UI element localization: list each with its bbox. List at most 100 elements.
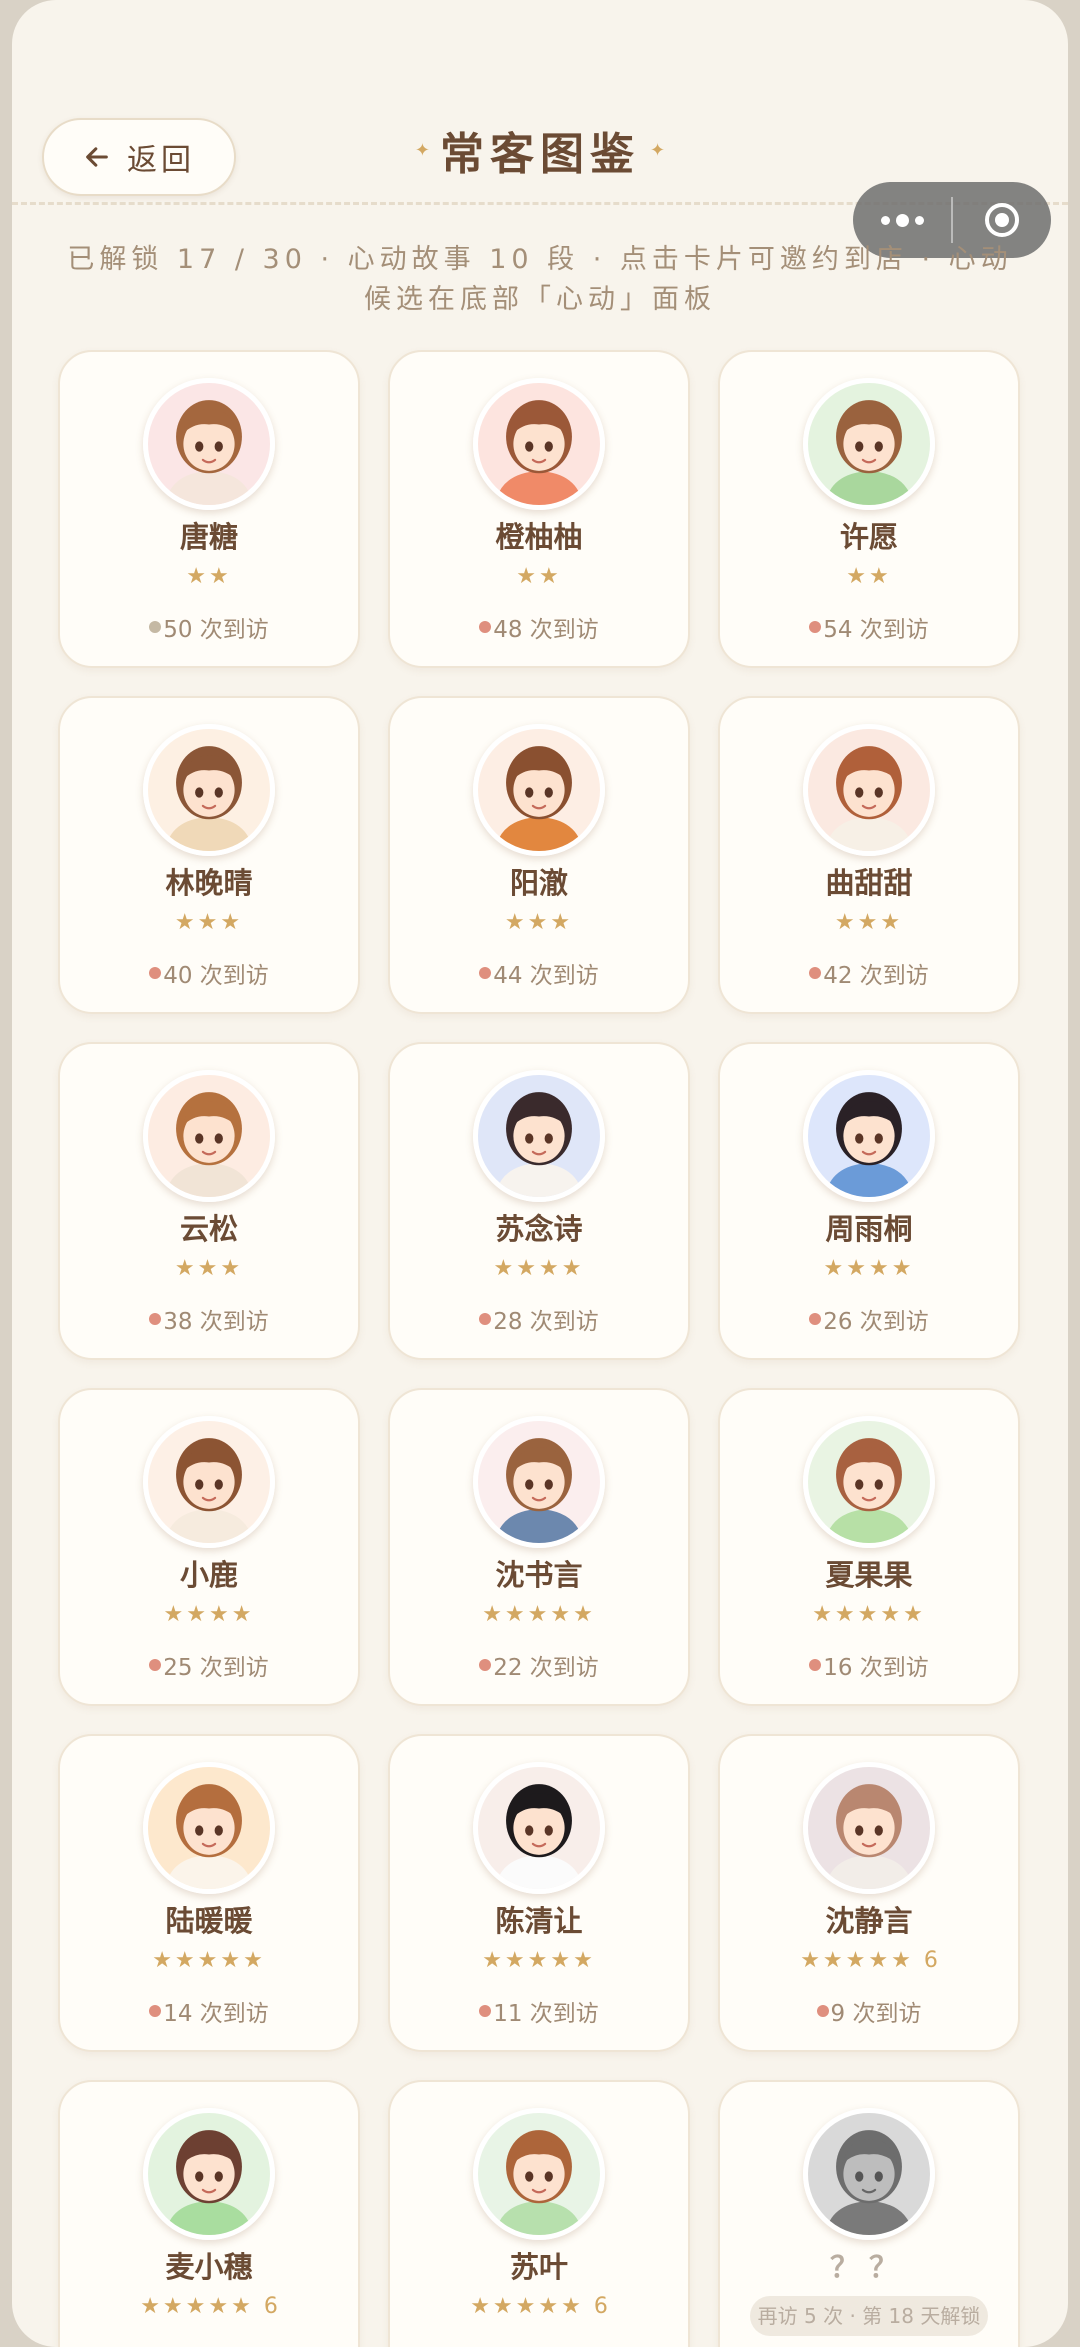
avatar: [803, 1762, 935, 1894]
star-rating: ★★: [720, 564, 1018, 589]
status-dot-icon: [809, 1313, 822, 1325]
visit-count: 48 次到访: [390, 610, 688, 644]
page-title-area: ✦ 常客图鉴 ✦: [12, 118, 1068, 182]
star-icons: ★★★★★: [152, 1948, 266, 1973]
portrait-illustration: [808, 2113, 930, 2235]
customer-name: 苏叶: [509, 2250, 568, 2284]
avatar: [803, 1070, 935, 1202]
portrait-illustration: [148, 729, 270, 851]
avatar: [143, 724, 275, 856]
star-rating: ★★★: [390, 910, 688, 935]
customer-card[interactable]: 许愿 ★★ 54 次到访: [718, 350, 1020, 668]
star-rating: ★★★★★ 6: [60, 2294, 358, 2319]
portrait-illustration: [478, 1767, 600, 1889]
visit-count-label: 25 次到访: [163, 1655, 269, 1681]
customer-card[interactable]: 麦小穗 ★★★★★ 6: [58, 2080, 360, 2347]
star-icons: ★★★★★: [482, 1602, 596, 1627]
sparkle-icon: ✦: [650, 139, 666, 161]
avatar: [143, 1762, 275, 1894]
avatar: [143, 2108, 275, 2240]
star-rating: ★★★★★: [720, 1602, 1018, 1627]
customer-card[interactable]: 夏果果 ★★★★★ 16 次到访: [718, 1388, 1020, 1706]
customer-name: 曲甜甜: [825, 866, 913, 900]
star-rating: ★★★★★ 6: [720, 1948, 1018, 1973]
avatar: [473, 724, 605, 856]
status-dot-icon: [479, 621, 492, 633]
star-icons: ★★★★: [163, 1602, 255, 1627]
status-dot-icon: [479, 2005, 492, 2017]
customer-card[interactable]: 陈清让 ★★★★★ 11 次到访: [388, 1734, 690, 2052]
unlock-hint: 再访 5 次 · 第 18 天解锁: [750, 2296, 988, 2336]
star-rating: ★★★: [60, 910, 358, 935]
avatar: [143, 378, 275, 510]
customer-card[interactable]: 沈书言 ★★★★★ 22 次到访: [388, 1388, 690, 1706]
portrait-illustration: [478, 1075, 600, 1197]
star-rating: ★★★★: [390, 1256, 688, 1281]
customer-card[interactable]: 曲甜甜 ★★★ 42 次到访: [718, 696, 1020, 1014]
portrait-illustration: [148, 1421, 270, 1543]
avatar: [143, 1416, 275, 1548]
customer-name: 周雨桐: [825, 1212, 913, 1246]
avatar: [473, 2108, 605, 2240]
visit-count: 25 次到访: [60, 1648, 358, 1682]
star-rating: ★★★★★: [60, 1948, 358, 1973]
customer-card[interactable]: 沈静言 ★★★★★ 6 9 次到访: [718, 1734, 1020, 2052]
portrait-illustration: [808, 1767, 930, 1889]
customer-card[interactable]: 陆暖暖 ★★★★★ 14 次到访: [58, 1734, 360, 2052]
visit-count: 22 次到访: [390, 1648, 688, 1682]
visit-count-label: 42 次到访: [823, 963, 929, 989]
star-icons: ★★★★★: [800, 1948, 914, 1973]
customer-name: 阳澈: [509, 866, 568, 900]
visit-count-label: 44 次到访: [493, 963, 599, 989]
star-icons: ★★: [846, 564, 892, 589]
visit-count-label: 16 次到访: [823, 1655, 929, 1681]
customer-name: 唐糖: [179, 520, 238, 554]
customer-name: 陆暖暖: [165, 1904, 253, 1938]
visit-count-label: 40 次到访: [163, 963, 269, 989]
customer-card[interactable]: 苏叶 ★★★★★ 6: [388, 2080, 690, 2347]
visit-count: 50 次到访: [60, 610, 358, 644]
status-dot-icon: [149, 1313, 162, 1325]
customer-name: 夏果果: [825, 1558, 913, 1592]
customer-card[interactable]: 云松 ★★★ 38 次到访: [58, 1042, 360, 1360]
portrait-illustration: [148, 1767, 270, 1889]
avatar: [473, 1070, 605, 1202]
customer-card[interactable]: 橙柚柚 ★★ 48 次到访: [388, 350, 690, 668]
avatar: [143, 1070, 275, 1202]
star-icons: ★★★★: [493, 1256, 585, 1281]
portrait-illustration: [478, 729, 600, 851]
customer-card[interactable]: 阳澈 ★★★ 44 次到访: [388, 696, 690, 1014]
visit-count-label: 11 次到访: [493, 2001, 599, 2027]
visit-count: 26 次到访: [720, 1302, 1018, 1336]
status-dot-icon: [479, 967, 492, 979]
customer-grid: 唐糖 ★★ 50 次到访 橙柚柚 ★★ 48 次到访 许愿 ★★ 54 次到访 林晚晴 ★★★ 40 …: [58, 350, 1034, 2347]
star-icons: ★★: [516, 564, 562, 589]
portrait-illustration: [808, 1421, 930, 1543]
star-extra-count: 6: [263, 2294, 278, 2319]
star-icons: ★★★★: [823, 1256, 915, 1281]
customer-card[interactable]: 周雨桐 ★★★★ 26 次到访: [718, 1042, 1020, 1360]
star-rating: ★★: [60, 564, 358, 589]
status-dot-icon: [809, 967, 822, 979]
visit-count: 38 次到访: [60, 1302, 358, 1336]
visit-count-label: 48 次到访: [493, 617, 599, 643]
customer-card[interactable]: 林晚晴 ★★★ 40 次到访: [58, 696, 360, 1014]
visit-count-label: 9 次到访: [830, 2001, 922, 2027]
visit-count: 28 次到访: [390, 1302, 688, 1336]
customer-card[interactable]: 小鹿 ★★★★ 25 次到访: [58, 1388, 360, 1706]
collection-summary: 已解锁 17 / 30 · 心动故事 10 段 · 点击卡片可邀约到店 · 心动…: [67, 244, 1013, 315]
star-icons: ★★★★★: [812, 1602, 926, 1627]
visit-count-label: 26 次到访: [823, 1309, 929, 1335]
customer-card[interactable]: 苏念诗 ★★★★ 28 次到访: [388, 1042, 690, 1360]
star-rating: ★★★★★ 6: [390, 2294, 688, 2319]
star-rating: ★★★★: [720, 1256, 1018, 1281]
customer-name: ？？: [829, 2250, 908, 2284]
status-dot-icon: [816, 2005, 829, 2017]
locked-customer-card[interactable]: ？？ 再访 5 次 · 第 18 天解锁: [718, 2080, 1020, 2347]
customer-card[interactable]: 唐糖 ★★ 50 次到访: [58, 350, 360, 668]
avatar: [803, 2108, 935, 2240]
customer-name: 云松: [179, 1212, 238, 1246]
star-extra-count: 6: [593, 2294, 608, 2319]
star-icons: ★★★: [174, 1256, 244, 1281]
customer-name: 林晚晴: [165, 866, 253, 900]
